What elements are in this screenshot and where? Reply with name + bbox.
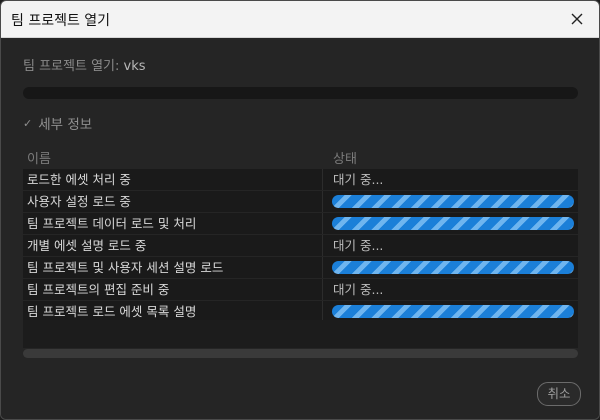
horizontal-scrollbar[interactable] — [23, 349, 578, 358]
table-row[interactable]: 팀 프로젝트 및 사용자 세션 설명 로드 — [23, 257, 578, 278]
task-status-text: 대기 중... — [333, 238, 384, 253]
cancel-button[interactable]: 취소 — [537, 382, 581, 406]
table-empty-area — [23, 320, 578, 348]
task-status — [325, 213, 578, 234]
task-status: 대기 중... — [325, 235, 578, 256]
task-name: 팀 프로젝트 로드 에셋 목록 설명 — [23, 301, 323, 322]
table-row[interactable]: 로드한 에셋 처리 중 대기 중... — [23, 169, 578, 190]
project-subtitle: 팀 프로젝트 열기: vks — [23, 55, 146, 74]
details-label: 세부 정보 — [38, 117, 93, 133]
task-progress-bar — [332, 305, 574, 318]
task-status-text: 대기 중... — [333, 172, 384, 187]
task-name: 팀 프로젝트 데이터 로드 및 처리 — [23, 213, 323, 234]
task-name: 팀 프로젝트 및 사용자 세션 설명 로드 — [23, 257, 323, 278]
check-chevron-icon: ✓ — [23, 116, 33, 130]
dialog-window: 팀 프로젝트 열기 팀 프로젝트 열기: vks ✓ 세부 정보 이름 상태 로… — [0, 0, 600, 420]
window-title: 팀 프로젝트 열기 — [11, 13, 111, 29]
subtitle-prefix: 팀 프로젝트 열기: — [23, 59, 120, 74]
task-name: 로드한 에셋 처리 중 — [23, 169, 323, 190]
task-progress-bar — [332, 217, 574, 230]
task-status: 대기 중... — [325, 279, 578, 300]
table-header: 이름 상태 — [23, 146, 578, 168]
table-row[interactable]: 팀 프로젝트 데이터 로드 및 처리 — [23, 213, 578, 234]
task-progress-bar — [332, 261, 574, 274]
task-name: 팀 프로젝트의 편집 준비 중 — [23, 279, 323, 300]
close-button[interactable] — [563, 5, 591, 33]
overall-progress-bar — [23, 87, 578, 99]
column-header-name[interactable]: 이름 — [27, 148, 51, 167]
dialog-body: 팀 프로젝트 열기: vks ✓ 세부 정보 이름 상태 로드한 에셋 처리 중… — [1, 38, 599, 419]
column-header-status[interactable]: 상태 — [333, 148, 357, 167]
task-name: 개별 에셋 설명 로드 중 — [23, 235, 323, 256]
close-icon — [571, 13, 583, 25]
table-row[interactable]: 개별 에셋 설명 로드 중 대기 중... — [23, 235, 578, 256]
title-bar: 팀 프로젝트 열기 — [1, 1, 599, 38]
table-row[interactable]: 팀 프로젝트의 편집 준비 중 대기 중... — [23, 279, 578, 300]
task-status: 대기 중... — [325, 169, 578, 190]
task-table: 이름 상태 로드한 에셋 처리 중 대기 중... 사용자 설정 로드 중팀 프로젝… — [23, 146, 578, 322]
task-status-text: 대기 중... — [333, 282, 384, 297]
task-status — [325, 301, 578, 322]
table-row[interactable]: 팀 프로젝트 로드 에셋 목록 설명 — [23, 301, 578, 322]
table-row[interactable]: 사용자 설정 로드 중 — [23, 191, 578, 212]
task-status — [325, 191, 578, 212]
task-progress-bar — [332, 195, 574, 208]
details-toggle[interactable]: ✓ 세부 정보 — [23, 113, 93, 134]
task-status — [325, 257, 578, 278]
project-name: vks — [123, 59, 146, 74]
task-name: 사용자 설정 로드 중 — [23, 191, 323, 212]
